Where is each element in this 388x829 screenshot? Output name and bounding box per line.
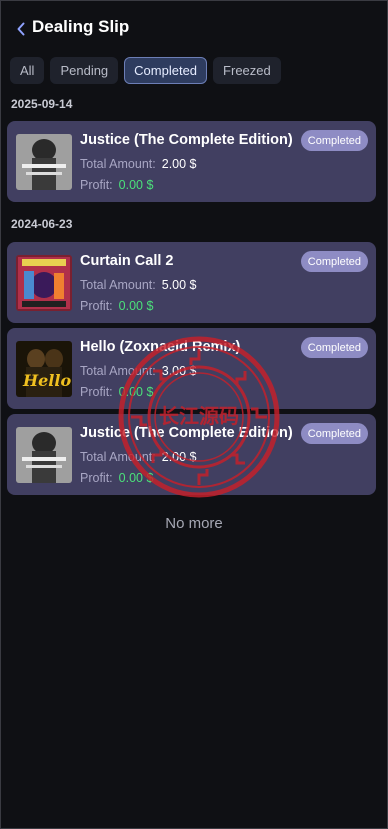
album-cover [16,255,72,311]
profit-value: 0.00 $ [118,299,154,313]
amount-row: Total Amount: 2.00 $ [80,157,197,171]
profit-row: Profit: 0.00 $ [80,471,153,485]
album-title: Curtain Call 2 [80,253,174,269]
album-cover [16,427,72,483]
album-title: Justice (The Complete Edition) [80,132,293,148]
amount-label: Total Amount: [80,278,156,292]
header: Dealing Slip [1,1,387,53]
album-title: Hello (Zoxnaeid Remix) [80,339,241,355]
profit-row: Profit: 0.00 $ [80,385,153,399]
amount-value: 3.00 $ [161,364,197,378]
album-cover [16,134,72,190]
amount-row: Total Amount: 3.00 $ [80,364,197,378]
amount-value: 2.00 $ [161,450,197,464]
page-title: Dealing Slip [32,17,130,36]
list-item[interactable]: Curtain Call 2 Completed Total Amount: 5.… [7,242,376,323]
profit-value: 0.00 $ [118,385,154,399]
amount-label: Total Amount: [80,450,156,464]
amount-value: 2.00 $ [161,157,197,171]
end-of-list-text: No more [165,515,223,532]
list-item[interactable]: Justice (The Complete Edition) Completed… [7,121,376,202]
album-title: Justice (The Complete Edition) [80,425,293,441]
profit-value: 0.00 $ [118,471,154,485]
profit-label: Profit: [80,385,113,399]
status-tabs: All Pending Completed Freezed [10,57,281,84]
status-badge: Completed [300,130,368,151]
amount-label: Total Amount: [80,157,156,171]
chevron-left-icon [17,22,25,36]
profit-label: Profit: [80,178,113,192]
status-badge: Completed [300,251,368,272]
amount-row: Total Amount: 2.00 $ [80,450,197,464]
profit-row: Profit: 0.00 $ [80,178,153,192]
app-frame: Dealing Slip All Pending Completed Freez… [0,0,388,829]
profit-row: Profit: 0.00 $ [80,299,153,313]
amount-label: Total Amount: [80,364,156,378]
date-header: 2025-09-14 [11,97,73,111]
list-item[interactable]: Hello Hello (Zoxnaeid Remix) Completed T… [7,328,376,409]
amount-value: 5.00 $ [161,278,197,292]
tab-pending[interactable]: Pending [50,57,119,84]
list-item[interactable]: Justice (The Complete Edition) Completed… [7,414,376,495]
tab-completed[interactable]: Completed [124,57,208,84]
back-button[interactable] [13,18,29,40]
tab-all[interactable]: All [10,57,45,84]
cover-text: Hello [22,371,71,390]
status-badge: Completed [300,423,368,444]
date-header: 2024-06-23 [11,217,73,231]
status-badge: Completed [300,337,368,358]
profit-label: Profit: [80,299,113,313]
profit-label: Profit: [80,471,113,485]
profit-value: 0.00 $ [118,178,154,192]
amount-row: Total Amount: 5.00 $ [80,278,197,292]
album-cover: Hello [16,341,72,397]
tab-freezed[interactable]: Freezed [213,57,281,84]
